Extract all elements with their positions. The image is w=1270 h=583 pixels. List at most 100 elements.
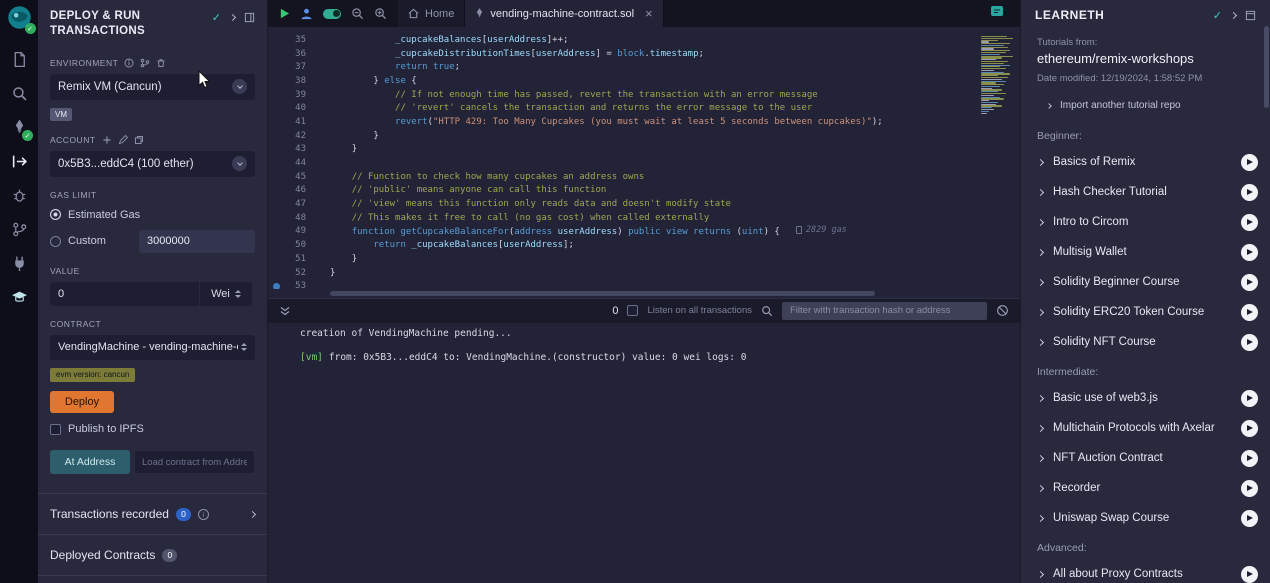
terminal-content[interactable]: creation of VendingMachine pending... [v… [268,323,1020,583]
line-number[interactable]: 46 [268,185,312,195]
tutorial-item[interactable]: Solidity NFT Course [1021,327,1270,357]
line-number[interactable]: 35 [268,35,312,45]
run-script-icon[interactable] [279,8,290,19]
code-line[interactable]: 42 } [268,129,978,143]
code-line[interactable]: 47 // 'view' means this function only re… [268,197,978,211]
maximize-panel-icon[interactable] [1245,10,1256,21]
tutorial-item[interactable]: Hash Checker Tutorial [1021,177,1270,207]
tutorial-item[interactable]: NFT Auction Contract [1021,443,1270,473]
code-line[interactable]: 44 [268,156,978,170]
deploy-run-icon[interactable] [8,150,30,172]
tutorial-item[interactable]: Uniswap Swap Course [1021,503,1270,533]
value-unit-select[interactable]: Wei [200,282,252,306]
code-line[interactable]: 45 // Function to check how many cupcake… [268,170,978,184]
code-line[interactable]: 51 } [268,252,978,266]
learneth-icon[interactable] [8,286,30,308]
line-number[interactable]: 47 [268,199,312,209]
toggle-on-icon[interactable] [323,9,341,19]
scrollbar-thumb[interactable] [330,291,875,296]
play-tutorial-button[interactable] [1241,304,1258,321]
code-editor[interactable]: 35 _cupcakeBalances[userAddress]++;36 _c… [268,27,1020,289]
line-number[interactable]: 52 [268,268,312,278]
line-number[interactable]: 50 [268,240,312,250]
publish-ipfs-checkbox[interactable] [50,424,61,435]
user-icon[interactable] [300,7,313,20]
line-number[interactable]: 53 [268,281,312,288]
tutorial-item[interactable]: All about Proxy Contracts [1021,559,1270,583]
contract-select[interactable]: VendingMachine - vending-machine-contrac… [50,335,255,360]
tab-file[interactable]: vending-machine-contract.sol × [465,0,663,27]
copy-account-icon[interactable] [134,135,144,145]
line-number[interactable]: 48 [268,213,312,223]
line-number[interactable]: 43 [268,144,312,154]
custom-gas-input[interactable] [139,230,255,253]
tutorial-item[interactable]: Solidity Beginner Course [1021,267,1270,297]
code-line[interactable]: 40 // 'revert' cancels the transaction a… [268,101,978,115]
environment-select[interactable]: Remix VM (Cancun) [50,74,255,100]
line-number[interactable]: 42 [268,131,312,141]
sign-message-icon[interactable] [118,135,128,145]
code-line[interactable]: 35 _cupcakeBalances[userAddress]++; [268,33,978,47]
code-line[interactable]: 38 } else { [268,74,978,88]
search-icon[interactable] [8,82,30,104]
line-number[interactable]: 39 [268,90,312,100]
code-line[interactable]: 48 // This makes it free to call (no gas… [268,211,978,225]
chevron-right-icon[interactable] [229,14,236,21]
tutorial-item[interactable]: Solidity ERC20 Token Course [1021,297,1270,327]
close-tab-icon[interactable]: × [645,7,653,20]
horizontal-scrollbar[interactable] [268,289,1020,298]
play-tutorial-button[interactable] [1241,566,1258,583]
fork-state-icon[interactable] [140,58,150,68]
code-line[interactable]: 36 _cupcakeDistributionTimes[userAddress… [268,47,978,61]
code-line[interactable]: 43 } [268,143,978,157]
debugger-icon[interactable] [8,184,30,206]
tutorial-item[interactable]: Multichain Protocols with Axelar [1021,413,1270,443]
play-tutorial-button[interactable] [1241,480,1258,497]
deployed-contracts-section[interactable]: Deployed Contracts 0 [38,534,267,576]
play-tutorial-button[interactable] [1241,244,1258,261]
estimated-gas-option[interactable]: Estimated Gas [50,209,255,221]
deploy-button[interactable]: Deploy [50,391,114,413]
search-icon[interactable] [761,305,773,317]
play-tutorial-button[interactable] [1241,154,1258,171]
value-input[interactable] [50,282,199,306]
terminal-filter-input[interactable] [782,302,987,320]
tutorial-item[interactable]: Intro to Circom [1021,207,1270,237]
estimated-gas-radio[interactable] [50,209,61,220]
play-tutorial-button[interactable] [1241,450,1258,467]
line-number[interactable]: 51 [268,254,312,264]
publish-to-ipfs-option[interactable]: Publish to IPFS [50,423,255,435]
line-number[interactable]: 38 [268,76,312,86]
code-line[interactable]: 39 // If not enough time has passed, rev… [268,88,978,102]
line-number[interactable]: 36 [268,49,312,59]
solidity-compiler-icon[interactable]: ✓ [8,116,30,138]
clear-console-icon[interactable] [996,304,1009,317]
play-tutorial-button[interactable] [1241,214,1258,231]
custom-gas-option[interactable]: Custom [50,230,255,253]
environment-info-icon[interactable] [124,58,134,68]
line-number[interactable]: 40 [268,103,312,113]
code-line[interactable]: 37 return true; [268,60,978,74]
code-line[interactable]: 49 function getCupcakeBalanceFor(address… [268,225,978,239]
remix-logo[interactable]: ✓ [6,4,33,31]
transactions-recorded-section[interactable]: Transactions recorded 0 i [38,493,267,534]
zoom-out-icon[interactable] [351,7,364,20]
tutorial-item[interactable]: Basics of Remix [1021,147,1270,177]
zoom-in-icon[interactable] [374,7,387,20]
line-number[interactable]: 44 [268,158,312,168]
play-tutorial-button[interactable] [1241,390,1258,407]
panel-scrollbar[interactable] [1264,26,1269,108]
tutorial-item[interactable]: Recorder [1021,473,1270,503]
play-tutorial-button[interactable] [1241,334,1258,351]
code-line[interactable]: 52} [268,266,978,280]
collapse-terminal-icon[interactable] [279,305,291,317]
chevron-right-icon[interactable] [249,511,256,518]
import-tutorial-repo[interactable]: Import another tutorial repo [1021,100,1270,111]
code-line[interactable]: 53 [268,279,978,288]
code-line[interactable]: 50 return _cupcakeBalances[userAddress]; [268,238,978,252]
play-tutorial-button[interactable] [1241,420,1258,437]
listen-all-checkbox[interactable] [627,305,638,316]
tutorial-item[interactable]: Basic use of web3.js [1021,383,1270,413]
at-address-input[interactable] [134,450,255,474]
custom-gas-radio[interactable] [50,236,61,247]
